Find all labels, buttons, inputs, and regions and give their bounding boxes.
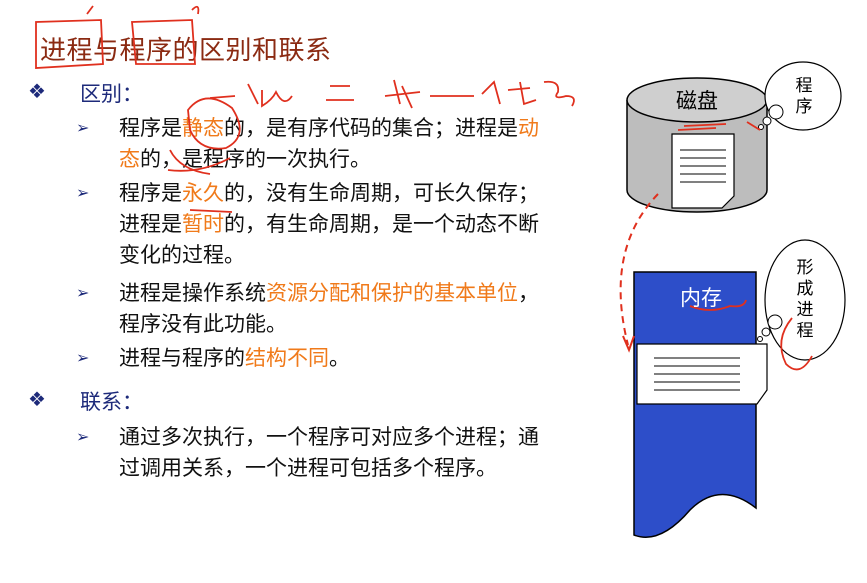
disk-memory-diagram <box>35 5 846 538</box>
memory-label: 内存 <box>680 286 722 310</box>
cloud-form-process-text: 形成进程 <box>796 258 814 341</box>
disk-label: 磁盘 <box>676 89 718 113</box>
disk-document-icon <box>671 133 735 209</box>
cloud-program-text: 程序 <box>795 76 813 117</box>
memory-document-icon <box>636 343 768 405</box>
